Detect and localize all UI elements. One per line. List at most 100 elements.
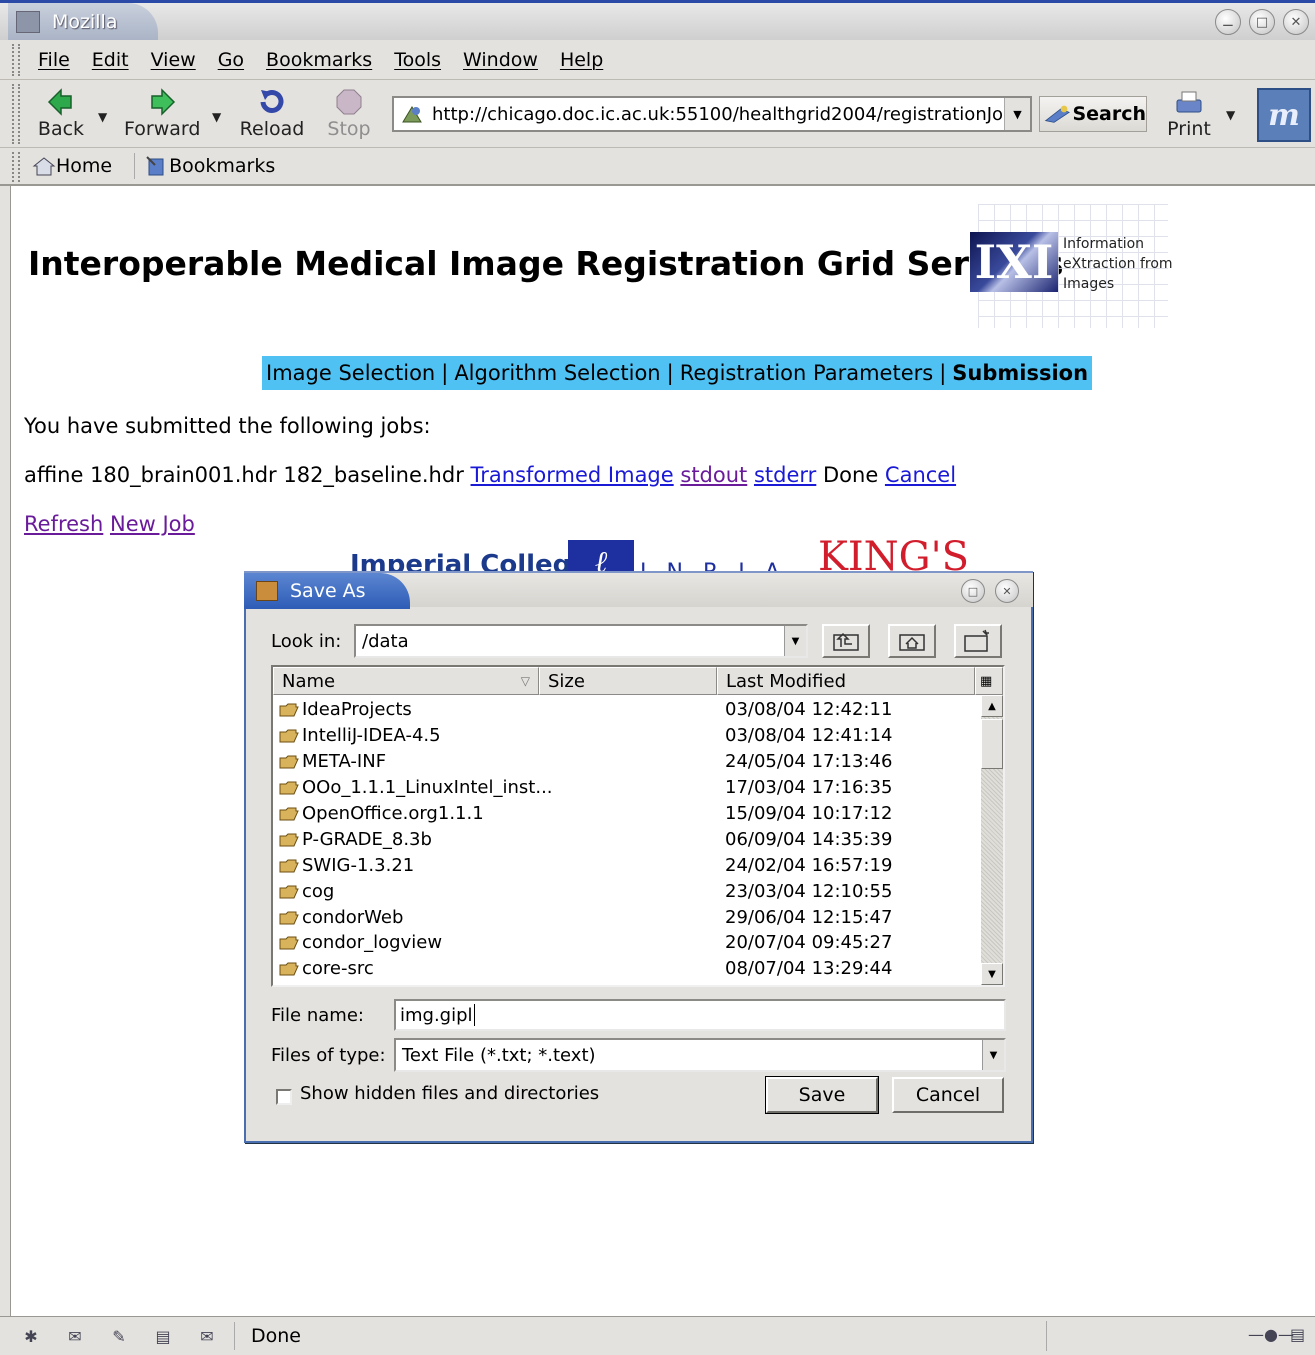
- step-separator: |: [441, 361, 449, 385]
- file-list-row[interactable]: core-src 08/07/04 13:29:44: [273, 956, 983, 982]
- file-list-row[interactable]: condorWeb 29/06/04 12:15:47: [273, 904, 983, 930]
- mail-icon[interactable]: ✉: [62, 1325, 88, 1347]
- stdout-link[interactable]: stdout: [680, 463, 747, 487]
- personalbar-grip[interactable]: [12, 152, 20, 182]
- file-modified-cell: 23/03/04 12:10:55: [725, 880, 893, 902]
- status-text: Done: [251, 1325, 301, 1347]
- file-list-row[interactable]: OOo_1.1.1_LinuxIntel_inst... 17/03/04 17:…: [273, 775, 983, 801]
- home-button[interactable]: Home: [32, 155, 112, 177]
- step-separator: |: [666, 361, 674, 385]
- bookmarks-button[interactable]: Bookmarks: [145, 155, 275, 177]
- bookmarks-label: Bookmarks: [169, 155, 276, 177]
- scroll-down-icon[interactable]: ▼: [981, 963, 1003, 985]
- print-dropdown-icon[interactable]: ▼: [1226, 108, 1235, 122]
- file-modified-cell: 17/03/04 17:16:35: [725, 777, 893, 799]
- refresh-link[interactable]: Refresh: [24, 512, 103, 536]
- look-in-combo[interactable]: /data ▼: [354, 624, 808, 658]
- save-button[interactable]: Save: [765, 1076, 879, 1114]
- file-list-row[interactable]: SWIG-1.3.21 24/02/04 16:57:19: [273, 852, 983, 878]
- url-bar[interactable]: http://chicago.doc.ic.ac.uk:55100/health…: [392, 96, 1032, 132]
- search-button[interactable]: Search: [1039, 96, 1147, 132]
- file-list-row[interactable]: OpenOffice.org1.1.1 15/09/04 10:17:12: [273, 801, 983, 827]
- show-hidden-label[interactable]: Show hidden files and directories: [300, 1083, 599, 1104]
- stderr-link[interactable]: stderr: [754, 463, 816, 487]
- step-image-selection[interactable]: Image Selection: [266, 361, 435, 385]
- page-proxy-icon[interactable]: [400, 103, 424, 125]
- files-of-type-combo[interactable]: Text File (*.txt; *.text) ▼: [394, 1038, 1006, 1072]
- show-hidden-checkbox[interactable]: [276, 1089, 292, 1105]
- file-name-cell: core-src: [273, 958, 717, 979]
- window-titlebar[interactable]: Mozilla ⚊ □ ✕: [0, 0, 1315, 40]
- dialog-close-icon[interactable]: ✕: [995, 579, 1019, 603]
- step-algorithm-selection[interactable]: Algorithm Selection: [454, 361, 660, 385]
- security-lock-icon[interactable]: ▤: [1290, 1325, 1305, 1344]
- menu-bookmarks[interactable]: Bookmarks: [266, 49, 372, 71]
- file-list-scrollbar[interactable]: ▲ ▼: [981, 695, 1003, 985]
- menu-edit[interactable]: Edit: [92, 49, 129, 71]
- stop-button[interactable]: Stop: [326, 86, 372, 140]
- menubar-grip[interactable]: [12, 44, 20, 76]
- forward-button[interactable]: Forward: [124, 86, 200, 140]
- menu-view[interactable]: View: [151, 49, 196, 71]
- column-header-size[interactable]: Size: [539, 667, 717, 695]
- file-list-row[interactable]: IdeaProjects 03/08/04 12:42:11: [273, 697, 983, 723]
- navbar-grip[interactable]: [12, 84, 20, 144]
- column-modified-label: Last Modified: [726, 670, 847, 692]
- menu-go[interactable]: Go: [218, 49, 244, 71]
- ixi-logo-mark: IXI: [970, 232, 1058, 292]
- navigator-icon[interactable]: ✱: [18, 1325, 44, 1347]
- file-list-row[interactable]: condor_logview 20/07/04 09:45:27: [273, 930, 983, 956]
- menu-window[interactable]: Window: [463, 49, 538, 71]
- forward-dropdown-icon[interactable]: ▼: [212, 110, 221, 124]
- home-folder-button[interactable]: [888, 624, 936, 658]
- menu-tools[interactable]: Tools: [394, 49, 441, 71]
- file-name-input[interactable]: img.gipl: [394, 999, 1006, 1031]
- mozilla-throbber-icon[interactable]: m: [1257, 88, 1311, 142]
- scrollbar-thumb[interactable]: [981, 719, 1003, 769]
- cancel-job-link[interactable]: Cancel: [885, 463, 956, 487]
- addressbook-icon[interactable]: ▤: [150, 1325, 176, 1347]
- composer-icon[interactable]: ✎: [106, 1325, 132, 1347]
- new-folder-button[interactable]: [954, 624, 1002, 658]
- file-name-text: cog: [302, 880, 335, 902]
- online-status-icon[interactable]: —●—: [1248, 1325, 1294, 1344]
- file-name-text: META-INF: [302, 751, 387, 773]
- irc-chat-icon[interactable]: ✉: [194, 1325, 220, 1347]
- minimize-icon[interactable]: ⚊: [1215, 9, 1241, 35]
- up-folder-button[interactable]: [822, 624, 870, 658]
- file-list-row[interactable]: META-INF 24/05/04 17:13:46: [273, 749, 983, 775]
- menu-file[interactable]: File: [38, 49, 70, 71]
- new-job-link[interactable]: New Job: [110, 512, 195, 536]
- cancel-button[interactable]: Cancel: [892, 1077, 1004, 1113]
- scroll-up-icon[interactable]: ▲: [981, 695, 1003, 717]
- column-chooser-icon[interactable]: ▦: [975, 667, 1003, 695]
- column-header-name[interactable]: Name ▽: [273, 667, 539, 695]
- url-history-dropdown-icon[interactable]: ▼: [1004, 98, 1030, 130]
- step-registration-parameters[interactable]: Registration Parameters: [680, 361, 934, 385]
- dialog-titlebar[interactable]: Save As □ ✕: [244, 571, 1033, 609]
- folder-icon: [279, 703, 299, 717]
- back-dropdown-icon[interactable]: ▼: [98, 110, 107, 124]
- file-list-row[interactable]: cog 23/03/04 12:10:55: [273, 878, 983, 904]
- menu-help[interactable]: Help: [560, 49, 603, 71]
- close-icon[interactable]: ✕: [1283, 9, 1309, 35]
- file-name-text: condor_logview: [302, 932, 443, 954]
- file-list-row[interactable]: P-GRADE_8.3b 06/09/04 14:35:39: [273, 826, 983, 852]
- file-name-label: File name:: [271, 1005, 364, 1026]
- dialog-app-icon: [256, 581, 278, 601]
- step-separator: |: [939, 361, 947, 385]
- print-button[interactable]: Print: [1164, 86, 1214, 140]
- column-header-modified[interactable]: Last Modified: [717, 667, 975, 695]
- transformed-image-link[interactable]: Transformed Image: [471, 463, 674, 487]
- dialog-maximize-icon[interactable]: □: [961, 579, 985, 603]
- look-in-dropdown-icon[interactable]: ▼: [784, 626, 806, 656]
- url-input[interactable]: http://chicago.doc.ic.ac.uk:55100/health…: [432, 104, 1004, 125]
- files-of-type-dropdown-icon[interactable]: ▼: [982, 1040, 1004, 1070]
- column-size-label: Size: [548, 670, 585, 692]
- file-list[interactable]: Name ▽ Size Last Modified ▦ IdeaProjects…: [271, 665, 1005, 987]
- back-button[interactable]: Back: [36, 86, 86, 140]
- reload-button[interactable]: Reload: [238, 86, 306, 140]
- maximize-icon[interactable]: □: [1249, 9, 1275, 35]
- file-list-row[interactable]: IntelliJ-IDEA-4.5 03/08/04 12:41:14: [273, 723, 983, 749]
- window-controls: ⚊ □ ✕: [1215, 9, 1309, 35]
